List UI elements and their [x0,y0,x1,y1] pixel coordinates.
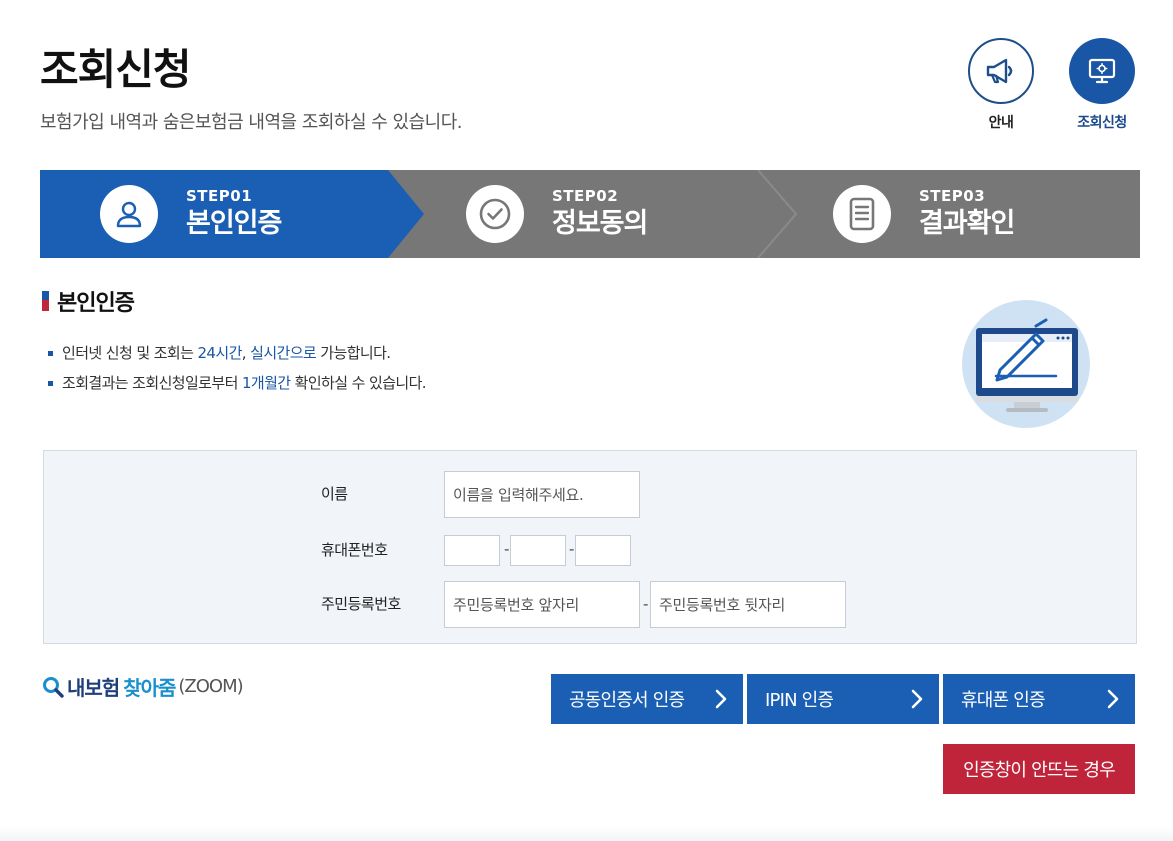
certificate-auth-button[interactable]: 공동인증서 인증 [551,674,743,724]
zoom-logo-text-3: (ZOOM) [178,676,243,697]
notice-text: 확인하실 수 있습니다. [290,374,427,392]
section-title-text: 본인인증 [57,291,135,316]
computer-illustration-icon [962,300,1090,428]
guide-link[interactable]: 안내 [968,38,1034,132]
monitor-icon [1069,38,1135,104]
step-progress-bar: STEP01 본인인증 STEP02 정보동의 STEP03 결과확인 [40,170,1140,258]
zoom-logo-text-1: 내보험 [67,676,120,700]
step-2: STEP02 정보동의 [466,170,648,258]
notice-highlight: 1개월간 [241,374,291,392]
rrn-front-input[interactable] [444,581,640,628]
step-3: STEP03 결과확인 [833,170,1015,258]
guide-label: 안내 [988,115,1014,131]
notice-text: 조회결과는 조회신청일로부터 [62,374,242,392]
phone-separator: - [504,540,510,558]
phone-label: 휴대폰번호 [321,541,388,559]
step-3-name: 결과확인 [919,208,1015,239]
rrn-back-input[interactable] [650,581,846,628]
inquiry-link[interactable]: 조회신청 [1069,38,1135,132]
phone-auth-label: 휴대폰 인증 [961,690,1046,711]
chevron-right-icon [715,689,727,709]
phone-auth-button[interactable]: 휴대폰 인증 [943,674,1135,724]
step-1-name: 본인인증 [186,208,282,239]
notice-text: 인터넷 신청 및 조회는 [62,344,198,362]
phone-separator: - [569,540,575,558]
chevron-right-icon [1107,689,1119,709]
identity-form: 이름 휴대폰번호 - - 주민등록번호 - [43,450,1137,644]
auth-window-trouble-button[interactable]: 인증창이 안뜨는 경우 [943,744,1135,794]
ipin-auth-button[interactable]: IPIN 인증 [747,674,939,724]
page-description: 보험가입 내역과 숨은보험금 내역을 조회하실 수 있습니다. [40,112,463,133]
notice-text: 가능합니다. [316,344,391,362]
megaphone-icon [968,38,1034,104]
section-title: 본인인증 [42,285,135,317]
notice-highlight: 24시간 [197,344,242,362]
notice-text: , [241,344,251,362]
certificate-auth-label: 공동인증서 인증 [569,690,685,711]
step-1-number: STEP01 [186,187,253,205]
phone-input-3[interactable] [575,535,631,566]
user-icon [100,185,158,243]
rrn-separator: - [643,595,649,613]
zoom-logo: 내보험 찾아줌 (ZOOM) [42,672,244,701]
notice-list: 인터넷 신청 및 조회는 24시간, 실시간으로 가능합니다. 조회결과는 조회… [48,338,427,398]
section-mark-icon [42,291,49,311]
notice-item: 인터넷 신청 및 조회는 24시간, 실시간으로 가능합니다. [48,338,426,368]
footer-divider [0,826,1173,841]
notice-item: 조회결과는 조회신청일로부터 1개월간 확인하실 수 있습니다. [48,368,427,398]
inquiry-label: 조회신청 [1077,115,1127,131]
chevron-right-icon [911,689,923,709]
page-title: 조회신청 [40,45,192,94]
ipin-auth-label: IPIN 인증 [765,690,834,711]
step-3-number: STEP03 [919,187,986,205]
step-2-name: 정보동의 [552,208,648,239]
step-2-number: STEP02 [552,187,619,205]
rrn-label: 주민등록번호 [321,595,401,613]
document-icon [833,185,891,243]
notice-highlight: 실시간으로 [250,344,317,362]
name-label: 이름 [321,485,348,503]
magnifier-icon [43,676,64,698]
phone-input-1[interactable] [444,535,500,566]
check-circle-icon [466,185,524,243]
zoom-logo-text-2: 찾아줌 [123,676,176,700]
phone-input-2[interactable] [510,535,566,566]
name-input[interactable] [444,471,640,518]
step-1: STEP01 본인인증 [100,170,282,258]
